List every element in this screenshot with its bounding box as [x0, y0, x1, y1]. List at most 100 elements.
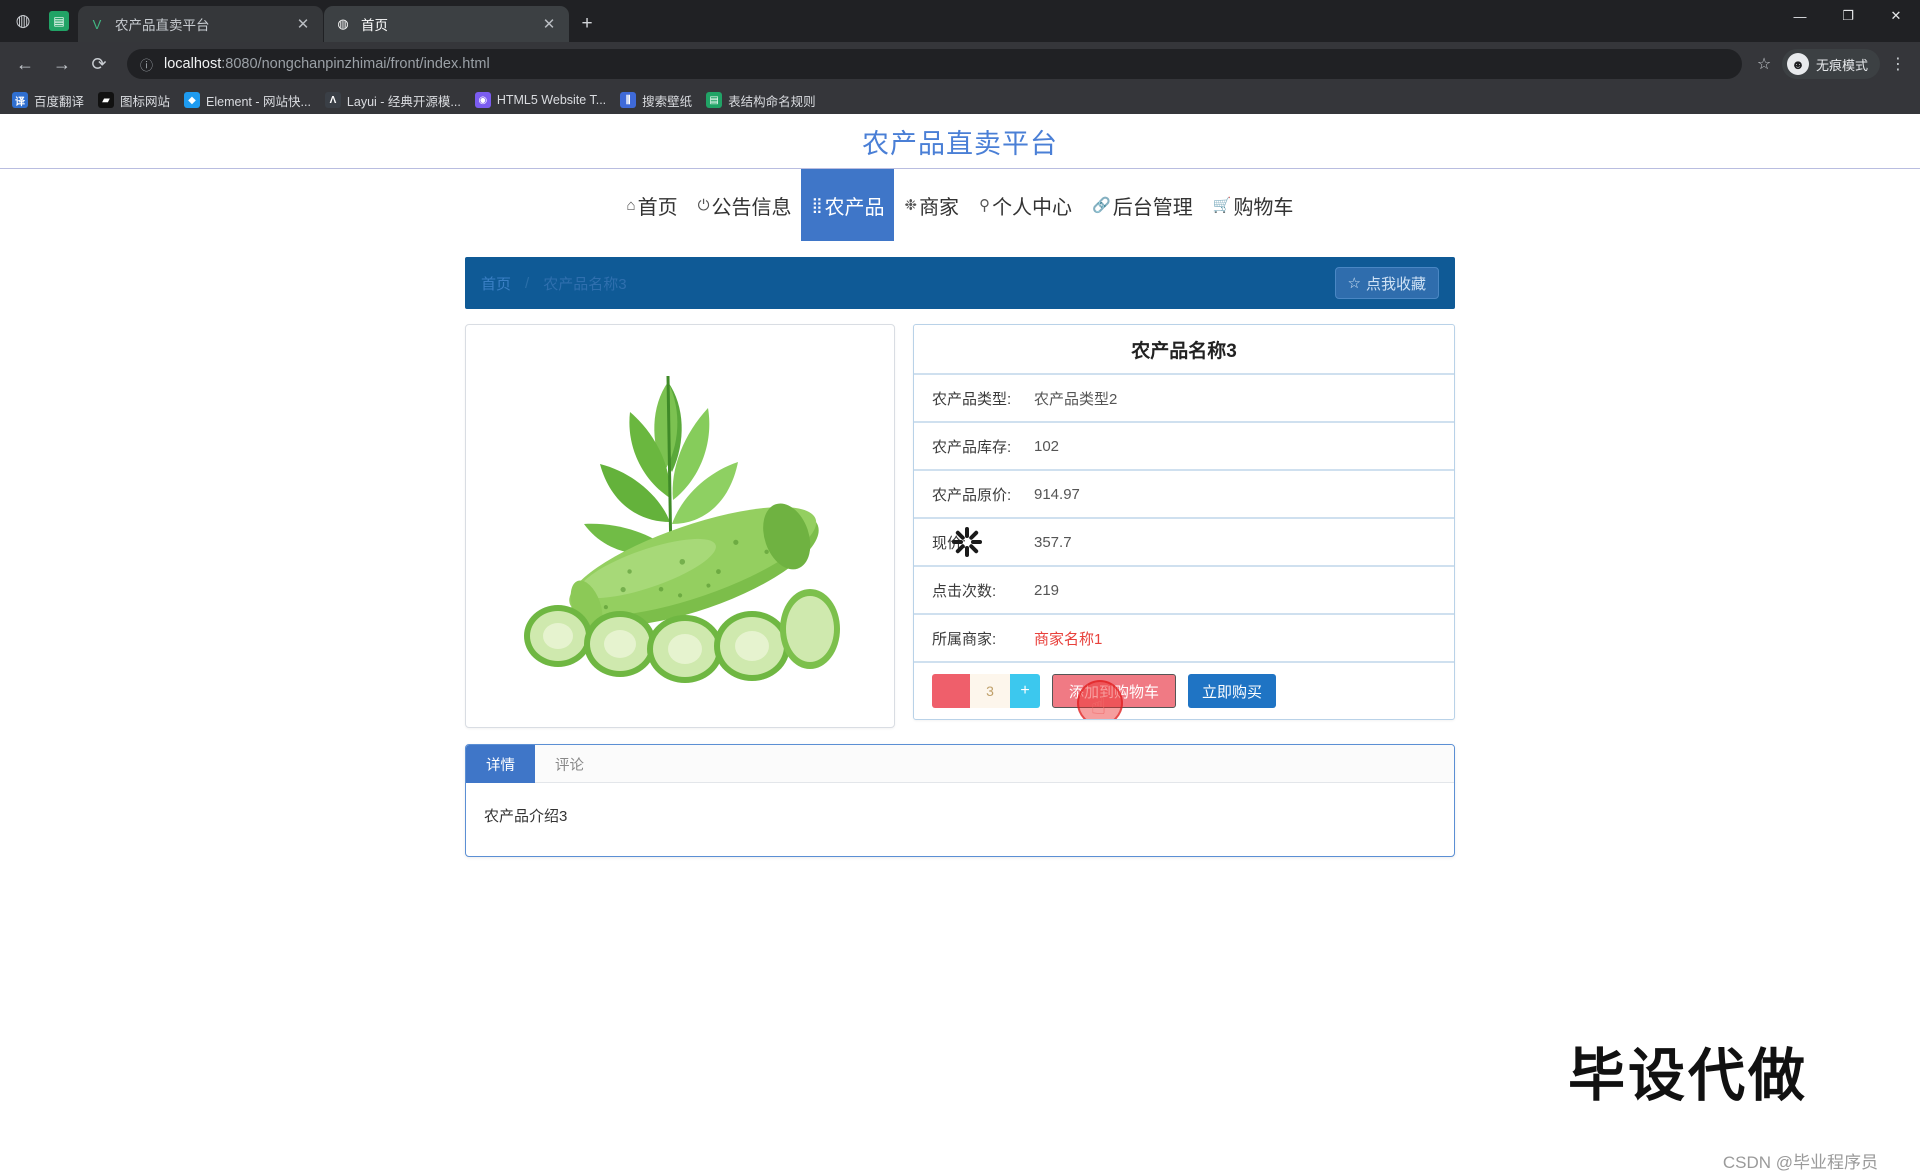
nav-item-user-center[interactable]: ⚲ 个人中心: [969, 169, 1082, 241]
nav-label: 后台管理: [1113, 191, 1193, 220]
nav-label: 农产品: [824, 191, 884, 220]
omnibox-toolbar: ← → ⟳ ⓘ localhost:8080/nongchanpinzhimai…: [0, 42, 1920, 86]
site-info-icon[interactable]: ⓘ: [140, 55, 153, 74]
incognito-indicator[interactable]: ☻ 无痕模式: [1782, 49, 1880, 79]
buy-now-button[interactable]: 立即购买: [1188, 674, 1276, 708]
nav-item-merchants[interactable]: ❉ 商家: [894, 169, 969, 241]
product-info-card: 农产品名称3 农产品类型: 农产品类型2 农产品库存: 102 农产品原价: 9…: [913, 324, 1455, 720]
shop-icon: ❉: [904, 196, 917, 214]
tab-favicon-globe-icon: ◍: [334, 15, 352, 33]
mouse-pointer-icon: ☝: [1091, 691, 1106, 720]
add-to-cart-button[interactable]: 添加到购物车 ☝: [1052, 674, 1176, 708]
nav-item-announcements[interactable]: ⏻ 公告信息: [688, 169, 802, 241]
quantity-stepper[interactable]: 3 +: [932, 674, 1040, 708]
browser-chrome: ◍ ▤ V 农产品直卖平台 ✕ ◍ 首页 ✕ + ― ❐ ✕ ← → ⟳ ⓘ l…: [0, 0, 1920, 114]
minimize-button[interactable]: ―: [1776, 0, 1824, 32]
chrome-menu-icon[interactable]: ◍: [6, 0, 40, 42]
bookmark-label: 图标网站: [120, 91, 170, 110]
tabs-header: 详情 评论: [466, 745, 1454, 783]
product-field-type: 农产品类型: 农产品类型2: [914, 375, 1454, 423]
bookmark-favicon-icon: Ʌ: [325, 92, 341, 108]
tab-strip: ◍ ▤ V 农产品直卖平台 ✕ ◍ 首页 ✕ + ― ❐ ✕: [0, 0, 1920, 42]
nav-label: 商家: [919, 191, 959, 220]
maximize-button[interactable]: ❐: [1824, 0, 1872, 32]
tab-close-icon[interactable]: ✕: [293, 15, 313, 33]
cucumber-illustration: [480, 346, 880, 706]
tab-comments[interactable]: 评论: [535, 745, 604, 783]
user-icon: ⚲: [979, 196, 990, 214]
nav-label: 购物车: [1233, 191, 1293, 220]
product-field-original-price: 农产品原价: 914.97: [914, 471, 1454, 519]
product-tabs-card: 详情 评论 农产品介绍3: [465, 744, 1455, 857]
browser-tab-2[interactable]: ◍ 首页 ✕: [324, 6, 569, 42]
bookmark-star-icon[interactable]: ☆: [1750, 54, 1778, 74]
bookmark-label: Element - 网站快...: [206, 91, 311, 110]
pinned-sheet-icon[interactable]: ▤: [49, 11, 69, 31]
bookmark-item[interactable]: 译 百度翻译: [8, 91, 94, 110]
favorite-button-label: 点我收藏: [1366, 273, 1426, 294]
bookmark-item[interactable]: ⫼ 搜索壁纸: [616, 91, 702, 110]
reload-button[interactable]: ⟳: [82, 47, 116, 81]
star-icon: ☆: [1348, 274, 1361, 292]
watermark-text: 毕设代做: [1568, 1030, 1808, 1112]
nav-item-home[interactable]: ⌂ 首页: [617, 169, 688, 241]
home-icon: ⌂: [627, 197, 636, 214]
site-header: 农产品直卖平台: [0, 114, 1920, 169]
field-label: 所属商家:: [932, 628, 1034, 649]
bookmark-label: 百度翻译: [34, 91, 84, 110]
nav-label: 公告信息: [711, 191, 791, 220]
main-container: 首页 / 农产品名称3 ☆ 点我收藏: [465, 241, 1455, 857]
browser-tab-1[interactable]: V 农产品直卖平台 ✕: [78, 6, 323, 42]
url-host: localhost: [164, 56, 221, 72]
product-field-clicks: 点击次数: 219: [914, 567, 1454, 615]
watermark-credit: CSDN @毕业程序员: [1723, 1148, 1878, 1173]
cart-icon: 🛒: [1213, 196, 1232, 214]
favorite-button[interactable]: ☆ 点我收藏: [1335, 267, 1439, 299]
nav-item-admin[interactable]: 🔗 后台管理: [1082, 169, 1203, 241]
product-detail-row: 农产品名称3 农产品类型: 农产品类型2 农产品库存: 102 农产品原价: 9…: [465, 324, 1455, 728]
incognito-hat-icon: ☻: [1787, 53, 1809, 75]
bookmark-favicon-icon: ▰: [98, 92, 114, 108]
pinned-favicons: ▤: [40, 0, 78, 42]
site-title: 农产品直卖平台: [862, 122, 1058, 161]
breadcrumb-home-link[interactable]: 首页: [481, 273, 511, 294]
chrome-overflow-menu-icon[interactable]: ⋮: [1884, 54, 1912, 74]
bookmark-favicon-icon: ⫼: [620, 92, 636, 108]
tab-close-icon[interactable]: ✕: [539, 15, 559, 33]
breadcrumb-separator: /: [525, 275, 529, 292]
quantity-value[interactable]: 3: [970, 674, 1010, 708]
tab-favicon-vue-icon: V: [88, 15, 106, 33]
product-name: 农产品名称3: [914, 325, 1454, 375]
bookmark-item[interactable]: ◉ HTML5 Website T...: [471, 92, 616, 108]
breadcrumb-current: 农产品名称3: [543, 273, 626, 294]
forward-button[interactable]: →: [45, 47, 79, 81]
loading-spinner-cursor: [950, 525, 984, 559]
new-tab-button[interactable]: +: [570, 6, 604, 42]
nav-label: 首页: [638, 191, 678, 220]
quantity-decrease-button[interactable]: [932, 674, 970, 708]
field-value: 农产品类型2: [1034, 388, 1117, 409]
incognito-label: 无痕模式: [1816, 55, 1868, 74]
close-window-button[interactable]: ✕: [1872, 0, 1920, 32]
link-icon: 🔗: [1092, 196, 1111, 214]
quantity-increase-button[interactable]: +: [1010, 674, 1040, 708]
bookmark-item[interactable]: ◆ Element - 网站快...: [180, 91, 321, 110]
back-button[interactable]: ←: [8, 47, 42, 81]
nav-label: 个人中心: [992, 191, 1072, 220]
product-field-stock: 农产品库存: 102: [914, 423, 1454, 471]
nav-item-products[interactable]: ⣿ 农产品: [801, 169, 894, 241]
field-value: 357.7: [1034, 534, 1072, 551]
bookmark-item[interactable]: Ʌ Layui - 经典开源模...: [321, 91, 471, 110]
tab-details[interactable]: 详情: [466, 745, 535, 783]
nav-item-cart[interactable]: 🛒 购物车: [1203, 169, 1304, 241]
field-value-merchant-link[interactable]: 商家名称1: [1034, 628, 1102, 649]
bookmark-item[interactable]: ▰ 图标网站: [94, 91, 180, 110]
bookmark-item[interactable]: ▤ 表结构命名规则: [702, 91, 826, 110]
tab-title: 农产品直卖平台: [115, 14, 293, 34]
page-content: 农产品直卖平台 ⌂ 首页 ⏻ 公告信息 ⣿ 农产品 ❉ 商家 ⚲ 个人中心: [0, 114, 1920, 1055]
nav-list: ⌂ 首页 ⏻ 公告信息 ⣿ 农产品 ❉ 商家 ⚲ 个人中心 🔗 后台管理: [617, 169, 1304, 241]
bookmark-label: HTML5 Website T...: [497, 93, 606, 107]
address-bar[interactable]: ⓘ localhost:8080/nongchanpinzhimai/front…: [127, 49, 1742, 79]
product-image-card[interactable]: [465, 324, 895, 728]
omnibox-actions: ☆ ☻ 无痕模式 ⋮: [1750, 49, 1912, 79]
